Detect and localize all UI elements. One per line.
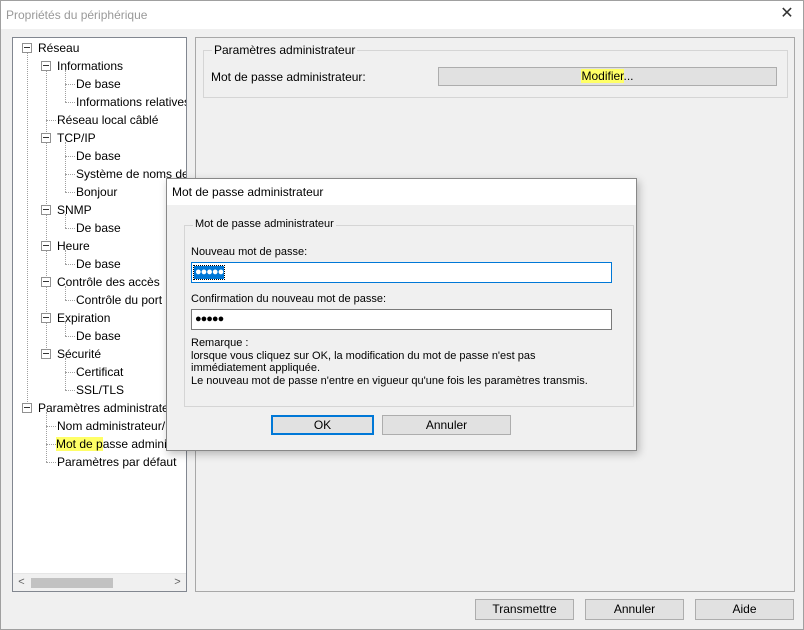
tree-item-reseau-local-cable[interactable]: Réseau local câblé bbox=[56, 111, 159, 129]
tree-item-heure[interactable]: Heure bbox=[56, 237, 91, 255]
admin-password-label: Mot de passe administrateur: bbox=[211, 70, 366, 84]
ok-button[interactable]: OK bbox=[271, 415, 374, 435]
admin-password-dialog: Mot de passe administrateur Mot de passe… bbox=[166, 178, 637, 451]
window-title: Propriétés du périphérique bbox=[6, 8, 148, 22]
tree-item-snmp[interactable]: SNMP bbox=[56, 201, 93, 219]
collapse-icon[interactable] bbox=[41, 349, 51, 359]
tree-item-certificat[interactable]: Certificat bbox=[75, 363, 124, 381]
tree-item-parametres-administrateur[interactable]: Paramètres administrateur bbox=[37, 399, 180, 417]
tree-item-ssl-tls[interactable]: SSL/TLS bbox=[75, 381, 125, 399]
title-bar: Propriétés du périphérique ✕ bbox=[1, 1, 803, 29]
tree-item-parametres-par-defaut[interactable]: Paramètres par défaut bbox=[56, 453, 177, 471]
dialog-title: Mot de passe administrateur bbox=[172, 185, 324, 199]
confirm-password-label: Confirmation du nouveau mot de passe: bbox=[191, 293, 387, 305]
tree-item-controle-acces[interactable]: Contrôle des accès bbox=[56, 273, 161, 291]
new-password-input[interactable]: ●●●●● bbox=[191, 262, 612, 283]
horizontal-scrollbar[interactable]: < > bbox=[13, 573, 186, 591]
tree-item-securite[interactable]: Sécurité bbox=[56, 345, 102, 363]
tree-item-controle-port[interactable]: Contrôle du port bbox=[75, 291, 163, 309]
collapse-icon[interactable] bbox=[41, 241, 51, 251]
tree-item-tcpip-de-base[interactable]: De base bbox=[75, 147, 122, 165]
new-password-label: Nouveau mot de passe: bbox=[191, 246, 308, 258]
tree-item-nom-administrateur[interactable]: Nom administrateur/ bbox=[56, 417, 166, 435]
remark-title: Remarque : bbox=[191, 337, 249, 349]
scrollbar-thumb[interactable] bbox=[31, 578, 113, 588]
collapse-icon[interactable] bbox=[22, 403, 32, 413]
modify-password-button[interactable]: Modifier... bbox=[438, 67, 777, 86]
new-password-value: ●●●●● bbox=[192, 265, 226, 280]
tree-item-expiration[interactable]: Expiration bbox=[56, 309, 111, 327]
remark-line-1: lorsque vous cliquez sur OK, la modifica… bbox=[191, 349, 536, 375]
cancel-button[interactable]: Annuler bbox=[585, 599, 684, 620]
remark-text: Remarque : lorsque vous cliquez sur OK, … bbox=[191, 337, 611, 387]
tree-item-informations-relatives[interactable]: Informations relatives bbox=[75, 93, 186, 111]
collapse-icon[interactable] bbox=[41, 205, 51, 215]
collapse-icon[interactable] bbox=[41, 313, 51, 323]
dialog-group-label: Mot de passe administrateur bbox=[193, 218, 336, 230]
group-label: Paramètres administrateur bbox=[212, 43, 358, 57]
confirm-password-input[interactable]: ●●●●● bbox=[191, 309, 612, 330]
tree-item-heure-de-base[interactable]: De base bbox=[75, 255, 122, 273]
tree-item-info-de-base[interactable]: De base bbox=[75, 75, 122, 93]
tree-item-reseau[interactable]: Réseau bbox=[37, 39, 80, 57]
close-icon[interactable]: ✕ bbox=[779, 5, 795, 23]
confirm-password-value: ●●●●● bbox=[195, 313, 224, 325]
help-button[interactable]: Aide bbox=[695, 599, 794, 620]
admin-settings-group: Paramètres administrateur Mot de passe a… bbox=[203, 43, 788, 98]
dialog-cancel-button[interactable]: Annuler bbox=[382, 415, 511, 435]
tree-item-informations[interactable]: Informations bbox=[56, 57, 124, 75]
transmit-button[interactable]: Transmettre bbox=[475, 599, 574, 620]
collapse-icon[interactable] bbox=[41, 277, 51, 287]
remark-line-2: Le nouveau mot de passe n'entre en vigue… bbox=[191, 374, 588, 387]
collapse-icon[interactable] bbox=[41, 133, 51, 143]
scroll-left-icon[interactable]: < bbox=[13, 574, 30, 591]
dialog-title-bar: Mot de passe administrateur bbox=[167, 179, 636, 205]
settings-tree[interactable]: Réseau Informations De base Informations… bbox=[12, 37, 187, 592]
tree-item-tcpip[interactable]: TCP/IP bbox=[56, 129, 97, 147]
collapse-icon[interactable] bbox=[41, 61, 51, 71]
tree-item-expiration-de-base[interactable]: De base bbox=[75, 327, 122, 345]
tree-item-snmp-de-base[interactable]: De base bbox=[75, 219, 122, 237]
scroll-right-icon[interactable]: > bbox=[169, 574, 186, 591]
tree-item-bonjour[interactable]: Bonjour bbox=[75, 183, 118, 201]
collapse-icon[interactable] bbox=[22, 43, 32, 53]
